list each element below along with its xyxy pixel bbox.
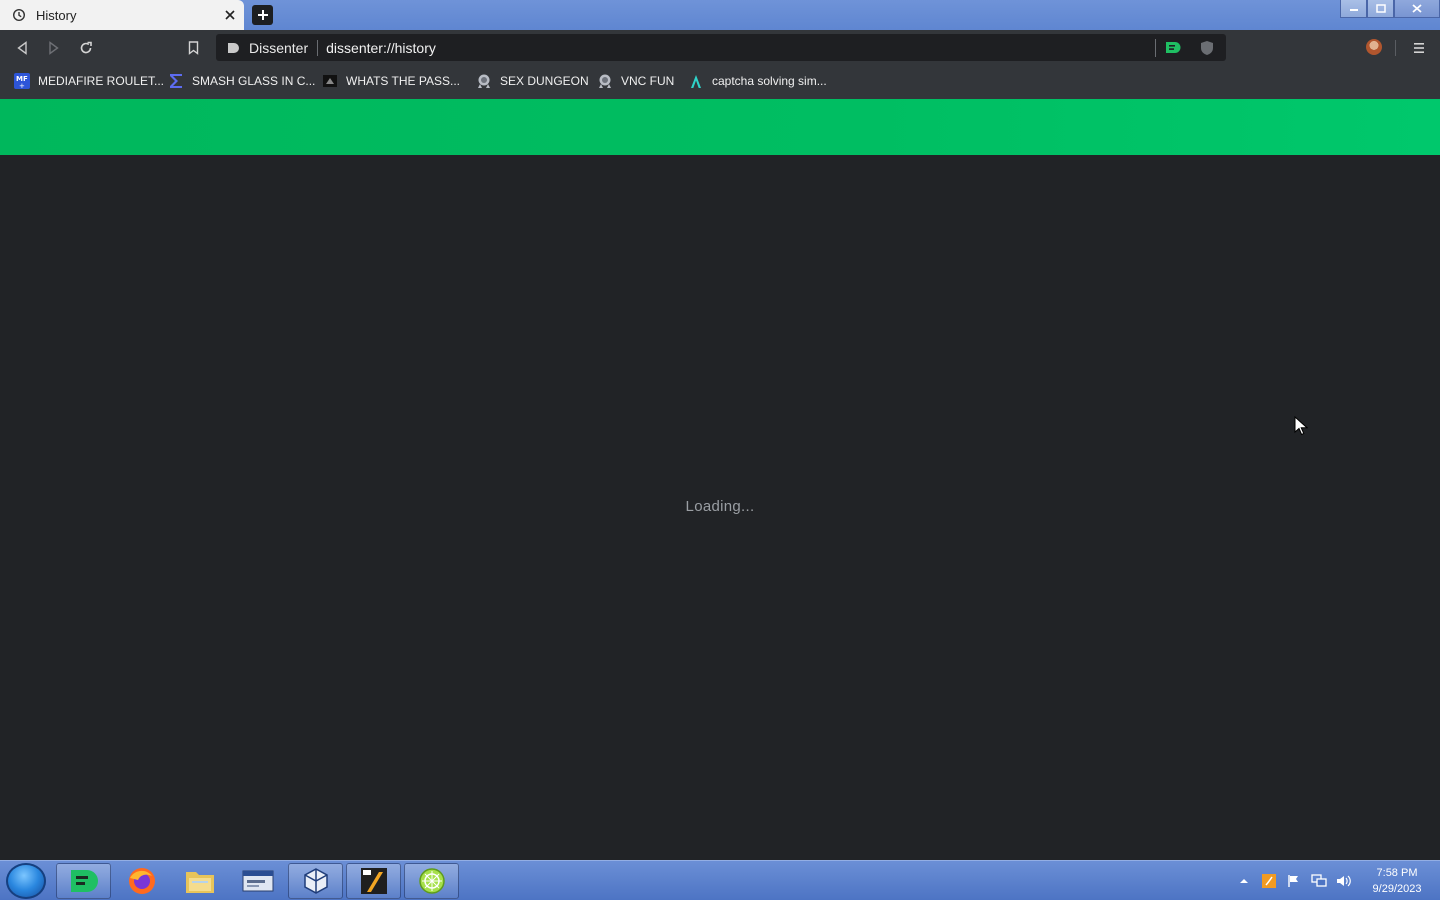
reload-button[interactable]: [76, 38, 96, 58]
bookmark-label: MEDIAFIRE ROULET...: [38, 74, 165, 88]
bookmark-label: captcha solving sim...: [712, 74, 827, 88]
bookmark-label: SMASH GLASS IN C...: [192, 74, 316, 88]
taskbar-lime-app[interactable]: [404, 863, 459, 899]
close-tab-icon[interactable]: [222, 7, 238, 23]
dissenter-comments-icon[interactable]: [1164, 39, 1182, 57]
taskbar-fl-studio[interactable]: [346, 863, 401, 899]
mediafire-icon: MF +: [14, 73, 30, 89]
history-page: Loading...: [0, 155, 1440, 860]
restore-icon: [1375, 4, 1386, 13]
action-center-flag-icon[interactable]: [1286, 873, 1302, 889]
menu-button[interactable]: [1410, 38, 1428, 58]
address-bar[interactable]: Dissenter dissenter://history: [216, 34, 1226, 61]
forward-button[interactable]: [44, 38, 64, 58]
system-tray: [1236, 861, 1361, 900]
loading-text: Loading...: [685, 498, 755, 515]
bookmark-item[interactable]: captcha solving sim...: [688, 71, 827, 91]
volume-icon[interactable]: [1336, 873, 1352, 889]
window-controls: [1340, 0, 1440, 18]
shield-icon[interactable]: [1198, 39, 1216, 57]
firefox-icon: [128, 868, 155, 894]
toolbar-divider: [1395, 40, 1396, 56]
bookmark-label: SEX DUNGEON: [500, 74, 589, 88]
bookmark-item[interactable]: VNC FUN: [597, 71, 674, 91]
bookmark-label: WHATS THE PASS...: [346, 74, 461, 88]
show-hidden-icons-icon[interactable]: [1236, 873, 1252, 889]
network-icon[interactable]: [1311, 873, 1327, 889]
taskbar-firefox[interactable]: [114, 863, 169, 899]
maximize-button[interactable]: [1367, 0, 1394, 18]
sigma-icon: [168, 73, 184, 89]
site-icon: [322, 73, 338, 89]
tab-strip: History: [0, 0, 1440, 30]
fl-studio-icon: [360, 868, 387, 894]
system-clock[interactable]: 7:58 PM 9/29/2023: [1364, 865, 1430, 897]
java-update-icon[interactable]: [1261, 873, 1277, 889]
new-tab-button[interactable]: [252, 5, 273, 25]
back-arrow-icon: [17, 41, 27, 55]
tab-history[interactable]: History: [0, 0, 244, 30]
bookmark-label: VNC FUN: [621, 74, 675, 88]
reload-icon: [80, 41, 92, 54]
close-window-button[interactable]: [1394, 0, 1440, 18]
page-header-bar: [0, 99, 1440, 155]
badge-icon: [597, 73, 613, 89]
lime-icon: [418, 868, 445, 894]
omnibox-divider-right: [1155, 39, 1156, 57]
close-icon: [1412, 4, 1422, 13]
start-button[interactable]: [6, 863, 46, 899]
back-button[interactable]: [12, 38, 32, 58]
clock-date: 9/29/2023: [1372, 883, 1422, 895]
browser-toolbar: Dissenter dissenter://history: [0, 30, 1440, 65]
taskbar-window-manager[interactable]: [230, 863, 285, 899]
mouse-cursor-icon: [1294, 416, 1308, 436]
taskbar-dissenter[interactable]: [56, 863, 111, 899]
dissenter-icon: [70, 870, 98, 892]
bookmark-item[interactable]: SMASH GLASS IN C...: [168, 71, 315, 91]
profile-avatar[interactable]: [1366, 39, 1382, 55]
virtualbox-icon: [303, 868, 328, 894]
site-name: Dissenter: [249, 39, 309, 56]
plus-icon: [257, 10, 268, 20]
clock-time: 7:58 PM: [1376, 867, 1418, 879]
bookmarks-bar: MF + MEDIAFIRE ROULET... SMASH GLASS IN C…: [0, 65, 1440, 99]
minimize-button[interactable]: [1340, 0, 1367, 18]
bookmark-item[interactable]: MF + MEDIAFIRE ROULET...: [14, 71, 164, 91]
omnibox-actions: [1155, 39, 1216, 57]
taskbar-file-explorer[interactable]: [172, 863, 227, 899]
lambda-icon: [688, 73, 704, 89]
bookmark-icon: [188, 41, 198, 55]
forward-arrow-icon: [49, 41, 59, 55]
history-icon: [12, 8, 26, 22]
window-icon: [242, 870, 273, 892]
bookmark-button[interactable]: [183, 38, 203, 58]
bookmark-item[interactable]: WHATS THE PASS...: [322, 71, 460, 91]
folder-icon: [185, 872, 214, 893]
hamburger-menu-icon: [1414, 43, 1424, 53]
dissenter-icon: [226, 41, 240, 55]
badge-icon: [476, 73, 492, 89]
taskbar: 7:58 PM 9/29/2023: [0, 860, 1440, 900]
bookmark-item[interactable]: SEX DUNGEON: [476, 71, 589, 91]
tab-title: History: [36, 7, 77, 23]
taskbar-virtualbox[interactable]: [288, 863, 343, 899]
url-text[interactable]: dissenter://history: [326, 40, 436, 56]
svg-text:+: +: [19, 82, 25, 89]
omnibox-divider: [317, 39, 319, 56]
minimize-icon: [1349, 8, 1358, 11]
